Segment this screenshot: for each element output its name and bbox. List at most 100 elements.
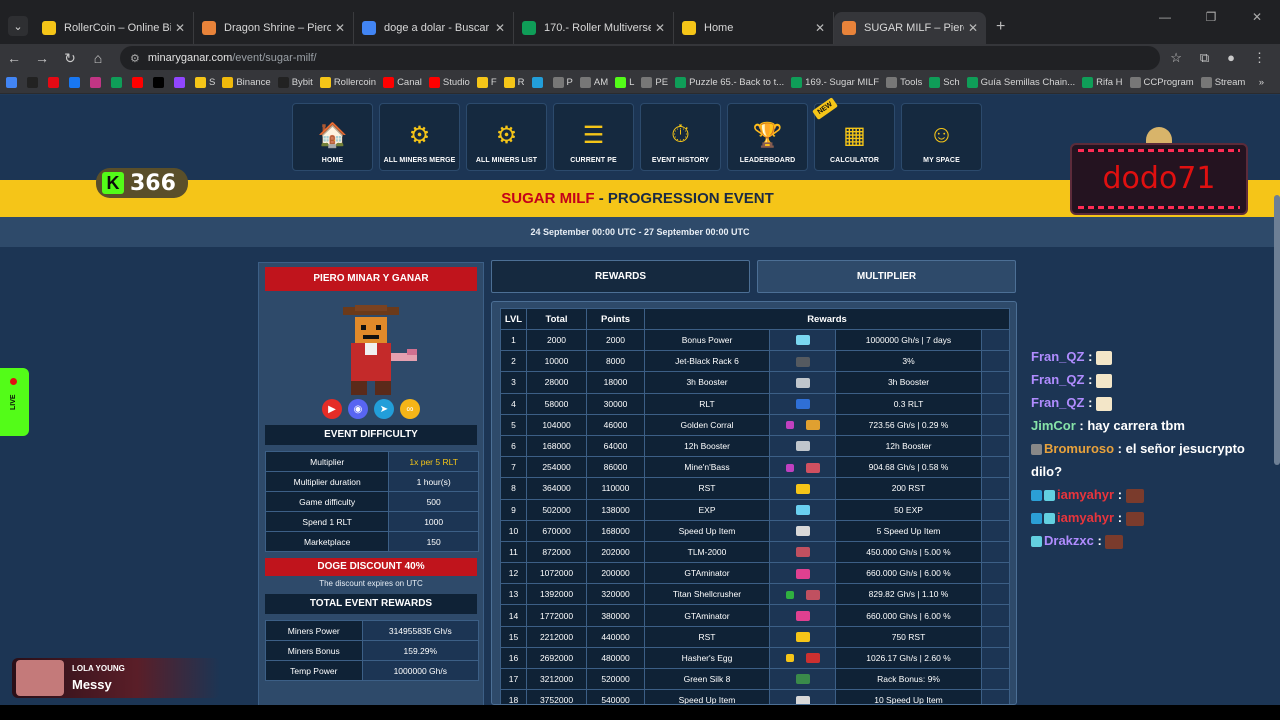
bookmark-item[interactable] (69, 77, 83, 88)
total-value: 1000000 Gh/s (361, 660, 480, 681)
bookmark-item[interactable]: F (476, 77, 497, 88)
close-window-icon[interactable]: ✕ (1234, 10, 1280, 24)
points-cell: 540000 (586, 689, 645, 704)
bookmark-item[interactable]: Sch (929, 77, 960, 88)
bookmark-item[interactable]: Guía Semillas Chain... (966, 77, 1075, 88)
chat-username[interactable]: Fran_QZ (1031, 395, 1084, 410)
points-cell: 30000 (586, 392, 645, 415)
total-cell: 364000 (526, 477, 587, 500)
bookmark-item[interactable]: Rollercoin (319, 77, 377, 88)
reward-value-cell: 904.68 Gh/s | 0.58 % (835, 456, 982, 479)
led-strip (1078, 149, 1240, 152)
bookmark-item[interactable] (90, 77, 104, 88)
bookmark-item[interactable]: AM (579, 77, 609, 88)
bookmark-item[interactable]: S (195, 77, 215, 88)
nav-home[interactable]: 🏠 HOME (292, 103, 373, 171)
reload-icon[interactable]: ↻ (56, 50, 84, 67)
bookmark-item[interactable]: 169.- Sugar MILF (791, 77, 879, 88)
bookmark-star-icon[interactable]: ☆ (1170, 50, 1182, 66)
bookmark-item[interactable]: Tools (886, 77, 922, 88)
bookmark-item[interactable] (6, 77, 20, 88)
new-tab-icon[interactable]: + (996, 18, 1005, 36)
points-cell: 18000 (586, 371, 645, 394)
table-row: 3 28000 18000 3h Booster 3h Booster (500, 371, 1010, 394)
chat-username[interactable]: Fran_QZ (1031, 372, 1084, 387)
browser-tab[interactable]: RollerCoin – Online Bitcoin Mi ✕ (34, 12, 194, 44)
extensions-icon[interactable]: ⧉ (1200, 50, 1209, 66)
home-icon[interactable]: ⌂ (84, 50, 112, 66)
bookmark-label: Rollercoin (333, 77, 377, 88)
browser-tab[interactable]: Home ✕ (674, 12, 834, 44)
chat-username[interactable]: Bromuroso (1044, 441, 1114, 456)
menu-icon[interactable]: ⋮ (1253, 50, 1266, 66)
tab-multiplier[interactable]: MULTIPLIER (757, 260, 1016, 293)
site-info-icon[interactable]: ⚙ (130, 52, 140, 65)
url-input[interactable]: ⚙ minaryganar.com/event/sugar-milf/ (120, 46, 1160, 70)
bookmark-item[interactable]: Bybit (277, 77, 313, 88)
nav-event-history[interactable]: ⏱ EVENT HISTORY (640, 103, 721, 171)
bookmark-item[interactable] (27, 77, 41, 88)
tab-close-icon[interactable]: ✕ (815, 21, 825, 35)
page-scrollbar[interactable] (1274, 195, 1280, 465)
bookmark-item[interactable] (132, 77, 146, 88)
browser-tab[interactable]: 170.- Roller Multiverse - Hojas ✕ (514, 12, 674, 44)
tab-search-icon[interactable]: ⌄ (8, 16, 28, 36)
bookmark-item[interactable] (111, 77, 125, 88)
bookmark-item[interactable]: CCProgram (1129, 77, 1194, 88)
tab-close-icon[interactable]: ✕ (175, 21, 185, 35)
browser-tab[interactable]: doge a dolar - Buscar con Goo ✕ (354, 12, 514, 44)
nav-current-pe[interactable]: ☰ CURRENT PE (553, 103, 634, 171)
bookmarks-overflow-icon[interactable]: » (1259, 77, 1280, 88)
back-icon[interactable]: ← (0, 50, 28, 66)
bookmark-item[interactable]: Puzzle 65.- Back to t... (675, 77, 784, 88)
chat-username[interactable]: iamyahyr (1057, 487, 1114, 502)
chat-username[interactable]: Fran_QZ (1031, 349, 1084, 364)
tab-close-icon[interactable]: ✕ (335, 21, 345, 35)
minimize-icon[interactable]: — (1142, 10, 1188, 24)
forward-icon[interactable]: → (28, 50, 56, 66)
browser-tab[interactable]: Dragon Shrine – Piero ✕ (194, 12, 354, 44)
tab-close-icon[interactable]: ✕ (655, 21, 665, 35)
bookmark-item[interactable] (153, 77, 167, 88)
bookmark-item[interactable] (48, 77, 62, 88)
link-icon[interactable]: ∞ (400, 399, 420, 419)
maximize-icon[interactable]: ❐ (1188, 10, 1234, 24)
bookmark-item[interactable]: Stream (1200, 77, 1245, 88)
bookmark-item[interactable]: P (552, 77, 573, 88)
bookmark-item[interactable]: PE (641, 77, 668, 88)
youtube-icon[interactable]: ▶ (322, 399, 342, 419)
bookmark-item[interactable]: Binance (222, 77, 271, 88)
bookmark-favicon-icon (383, 77, 395, 88)
bookmark-item[interactable] (531, 77, 546, 88)
bookmark-favicon-icon (579, 77, 591, 88)
table-row: 10 670000 168000 Speed Up Item 5 Speed Up It… (500, 519, 1010, 542)
total-key: Temp Power (265, 660, 363, 681)
window-controls: — ❐ ✕ (1142, 10, 1280, 24)
chat-username[interactable]: Drakzxc (1044, 533, 1094, 548)
nav-all-miners-list[interactable]: ⚙ ALL MINERS LIST (466, 103, 547, 171)
bookmark-item[interactable]: R (503, 77, 525, 88)
profile-icon[interactable]: ● (1227, 50, 1235, 66)
lvl-cell: 6 (500, 434, 527, 458)
bookmark-label: AM (593, 77, 609, 88)
telegram-icon[interactable]: ➤ (374, 399, 394, 419)
chat-username[interactable]: JimCor (1031, 418, 1076, 433)
live-tab[interactable]: LIVE (0, 368, 29, 436)
tab-close-icon[interactable]: ✕ (495, 21, 505, 35)
bookmark-item[interactable]: Canal (383, 77, 422, 88)
bookmark-favicon-icon (111, 77, 122, 88)
nav-my-space[interactable]: ☺ MY SPACE (901, 103, 982, 171)
bookmark-item[interactable] (174, 77, 188, 88)
nav-leaderboard[interactable]: 🏆 LEADERBOARD (727, 103, 808, 171)
bookmark-item[interactable]: Studio (428, 77, 470, 88)
nav-all-miners-merge[interactable]: ⚙ ALL MINERS MERGE (379, 103, 460, 171)
bookmark-item[interactable]: Rifa H (1082, 77, 1123, 88)
discord-icon[interactable]: ◉ (348, 399, 368, 419)
rewards-panel: LVL Total Points Rewards 1 2000 2000 Bonus … (491, 301, 1017, 705)
tab-close-icon[interactable]: ✕ (968, 21, 978, 35)
browser-tab[interactable]: SUGAR MILF – Piero ✕ (834, 12, 986, 44)
chat-username[interactable]: iamyahyr (1057, 510, 1114, 525)
difficulty-key: Spend 1 RLT (264, 511, 390, 532)
tab-rewards[interactable]: REWARDS (491, 260, 750, 293)
bookmark-item[interactable]: L (615, 77, 634, 88)
